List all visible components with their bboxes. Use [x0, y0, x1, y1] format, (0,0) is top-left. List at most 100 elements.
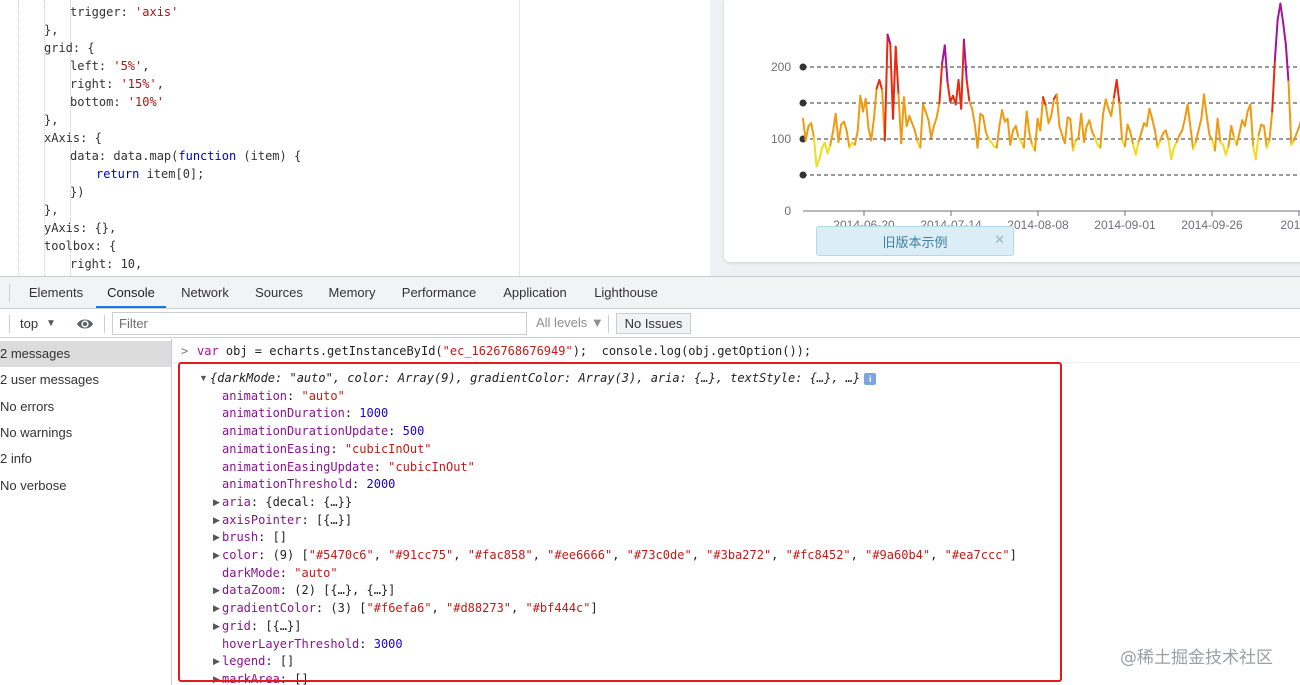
series-segment[interactable] [909, 116, 912, 123]
series-segment[interactable] [978, 114, 981, 148]
series-segment[interactable] [1196, 130, 1199, 142]
series-segment[interactable] [1256, 135, 1259, 159]
series-segment[interactable] [904, 97, 907, 126]
series-segment[interactable] [1125, 125, 1128, 147]
old-version-banner[interactable]: 旧版本示例 ✕ [816, 226, 1014, 256]
series-segment[interactable] [937, 103, 940, 117]
filter-input[interactable] [112, 312, 527, 335]
object-summary[interactable]: {darkMode: "auto", color: Array(9), grad… [210, 370, 876, 388]
series-segment[interactable] [1231, 126, 1234, 138]
tab-application[interactable]: Application [492, 277, 578, 308]
series-segment[interactable] [1010, 130, 1013, 144]
series-segment[interactable] [1286, 44, 1289, 81]
series-segment[interactable] [1237, 133, 1240, 145]
series-segment[interactable] [819, 148, 822, 160]
expand-triangle-icon[interactable]: ▶ [213, 497, 220, 508]
series-segment[interactable] [915, 130, 918, 142]
series-segment[interactable] [1169, 140, 1172, 159]
series-segment[interactable] [1035, 119, 1038, 151]
code-editor[interactable]: trigger: 'axis'},grid: {left: '5%',right… [0, 0, 520, 276]
series-segment[interactable] [948, 83, 951, 102]
series-segment[interactable] [964, 40, 967, 80]
expand-triangle-icon[interactable]: ▶ [213, 674, 220, 685]
series-segment[interactable] [858, 96, 861, 132]
series-segment[interactable] [1259, 125, 1262, 136]
series-segment[interactable] [1229, 126, 1232, 146]
series-segment[interactable] [1207, 116, 1210, 135]
series-segment[interactable] [1275, 20, 1278, 60]
series-segment[interactable] [967, 80, 970, 102]
info-icon[interactable]: i [864, 373, 876, 385]
series-segment[interactable] [811, 123, 814, 137]
series-segment[interactable] [836, 114, 839, 142]
expand-triangle-icon[interactable]: ▶ [213, 621, 220, 632]
series-segment[interactable] [1106, 99, 1109, 108]
sidebar-item[interactable]: No warnings [0, 420, 171, 446]
expand-triangle-icon[interactable]: ▶ [213, 515, 220, 526]
context-selector[interactable]: top [20, 314, 38, 334]
series-segment[interactable] [1289, 81, 1292, 144]
tab-sources[interactable]: Sources [246, 277, 312, 308]
expand-triangle-icon[interactable]: ▶ [213, 656, 220, 667]
sidebar-item[interactable]: No errors [0, 394, 171, 420]
sidebar-item[interactable]: 2 info [0, 446, 171, 472]
series-segment[interactable] [879, 80, 882, 90]
sidebar-item[interactable]: 2 user messages [0, 367, 171, 393]
series-segment[interactable] [896, 47, 899, 95]
series-segment[interactable] [1139, 133, 1142, 142]
series-segment[interactable] [1024, 112, 1027, 148]
property-row[interactable]: grid: [{…}] [222, 618, 301, 636]
series-segment[interactable] [1059, 126, 1062, 135]
series-segment[interactable] [1190, 126, 1193, 149]
series-segment[interactable] [1193, 142, 1196, 149]
series-segment[interactable] [934, 117, 937, 126]
series-segment[interactable] [874, 89, 877, 119]
series-segment[interactable] [1158, 140, 1161, 147]
series-segment[interactable] [945, 45, 948, 82]
issues-button[interactable]: No Issues [616, 313, 691, 334]
series-segment[interactable] [1049, 116, 1052, 123]
series-segment[interactable] [1272, 60, 1275, 112]
series-segment[interactable] [1040, 97, 1043, 130]
series-segment[interactable] [1269, 112, 1272, 141]
expand-triangle-icon[interactable]: ▶ [213, 585, 220, 596]
series-segment[interactable] [1297, 126, 1300, 133]
series-segment[interactable] [1065, 117, 1068, 143]
series-segment[interactable] [931, 126, 934, 138]
series-segment[interactable] [1084, 126, 1087, 142]
series-segment[interactable] [1016, 126, 1019, 138]
series-segment[interactable] [1136, 142, 1139, 155]
series-segment[interactable] [1051, 99, 1054, 116]
series-segment[interactable] [1002, 110, 1005, 122]
series-segment[interactable] [1264, 126, 1267, 148]
property-row[interactable]: dataZoom: (2) [{…}, {…}] [222, 582, 395, 600]
series-segment[interactable] [986, 132, 989, 139]
series-segment[interactable] [1204, 94, 1207, 116]
series-segment[interactable] [1177, 135, 1180, 142]
series-segment[interactable] [1008, 119, 1011, 145]
series-segment[interactable] [1155, 130, 1158, 147]
tab-console[interactable]: Console [96, 277, 166, 308]
property-row[interactable]: axisPointer: [{…}] [222, 512, 352, 530]
series-segment[interactable] [1117, 80, 1120, 103]
series-segment[interactable] [828, 145, 831, 154]
series-segment[interactable] [1111, 97, 1114, 116]
series-segment[interactable] [1152, 119, 1155, 131]
series-segment[interactable] [1239, 120, 1242, 133]
property-row[interactable]: color: (9) ["#5470c6", "#91cc75", "#fac8… [222, 547, 1017, 565]
series-segment[interactable] [1147, 109, 1150, 126]
series-segment[interactable] [830, 132, 833, 145]
series-segment[interactable] [912, 123, 915, 130]
series-segment[interactable] [844, 122, 847, 131]
series-segment[interactable] [1046, 106, 1049, 123]
series-segment[interactable] [1166, 130, 1169, 140]
series-segment[interactable] [1171, 148, 1174, 160]
tab-memory[interactable]: Memory [318, 277, 386, 308]
series-segment[interactable] [1130, 132, 1133, 145]
property-row[interactable]: brush: [] [222, 529, 287, 547]
expand-triangle-icon[interactable]: ▼ [199, 373, 208, 383]
series-segment[interactable] [1280, 4, 1283, 23]
series-segment[interactable] [1057, 94, 1060, 126]
series-segment[interactable] [1245, 112, 1248, 126]
expand-triangle-icon[interactable]: ▶ [213, 550, 220, 561]
